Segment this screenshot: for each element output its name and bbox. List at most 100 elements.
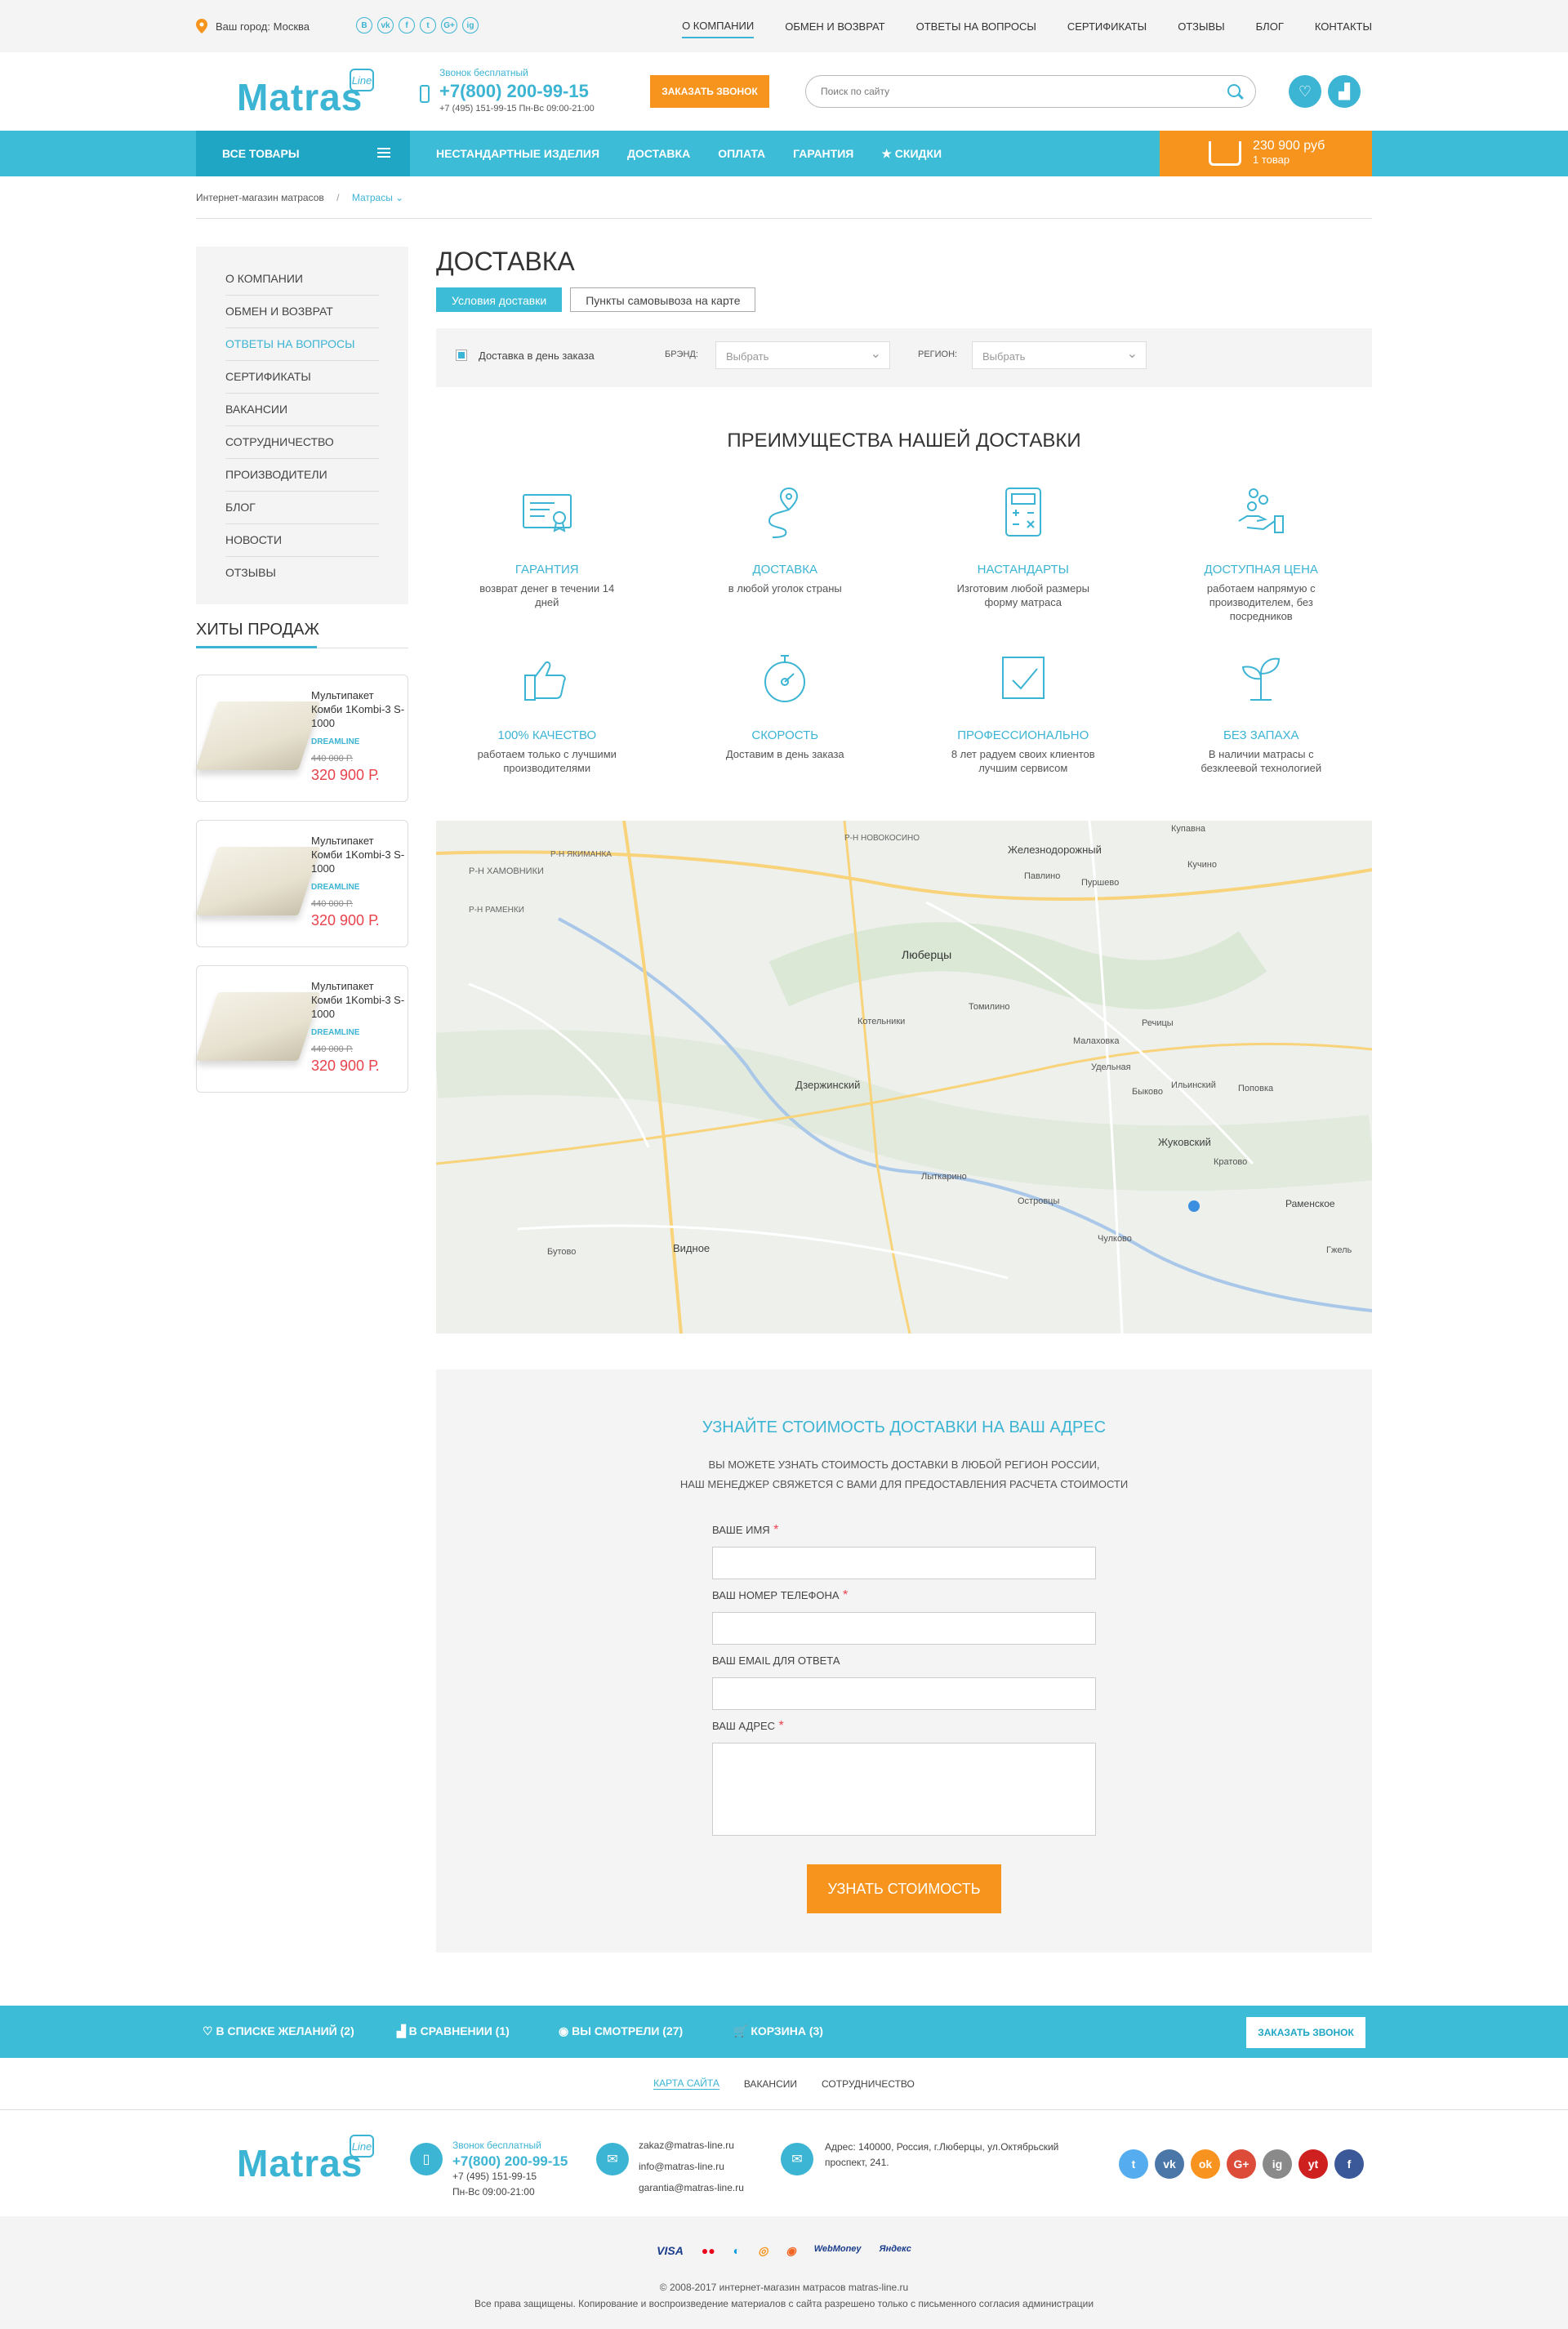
sidebar-item-about[interactable]: О компании — [225, 263, 379, 296]
social-instagram-icon[interactable]: ig — [462, 17, 479, 33]
city-selector[interactable]: Ваш город: Москва — [196, 19, 310, 33]
order-call-button[interactable]: Заказать звонок — [650, 75, 769, 108]
basket-icon — [1209, 141, 1241, 166]
brand-select[interactable]: Выбрать — [715, 341, 890, 369]
sidebar-item-blog[interactable]: Блог — [225, 492, 379, 524]
phone-secondary: +7 (495) 151-99-15 Пн-Вс 09:00-21:00 — [439, 104, 595, 114]
product-card[interactable]: Мультипакет Комби 1Kombi-3 S-1000 DREAML… — [195, 965, 408, 1093]
sidebar-item-manufacturers[interactable]: Производители — [225, 459, 379, 492]
product-image[interactable] — [195, 847, 321, 915]
product-name[interactable]: Мультипакет Комби 1Kombi-3 S-1000 — [311, 834, 406, 875]
nav-guarantee[interactable]: Гарантия — [793, 147, 853, 160]
bottom-order-call-button[interactable]: Заказать звонок — [1246, 2017, 1365, 2048]
sidebar-item-exchange[interactable]: Обмен и возврат — [225, 296, 379, 328]
social-google-icon[interactable]: G+ — [441, 17, 457, 33]
sidebar-item-certificates[interactable]: Сертификаты — [225, 361, 379, 394]
calculator-icon — [1004, 488, 1041, 537]
tab-pickup-points[interactable]: Пункты самовывоза на карте — [570, 287, 756, 312]
nav-discounts[interactable]: ★ Скидки — [881, 147, 942, 161]
breadcrumb-home[interactable]: Интернет-магазин матрасов — [196, 192, 324, 203]
footer-link-vacancies[interactable]: Вакансии — [744, 2078, 797, 2090]
footer-phone[interactable]: +7(800) 200-99-15 — [452, 2153, 568, 2169]
search-icon[interactable] — [1227, 84, 1241, 97]
same-day-label[interactable]: Доставка в день заказа — [479, 350, 595, 362]
topnav-blog[interactable]: Блог — [1256, 16, 1284, 38]
route-pin-icon — [768, 487, 799, 538]
nav-custom-products[interactable]: Нестандартные изделия — [436, 147, 599, 160]
instagram-icon[interactable]: ig — [1263, 2149, 1292, 2179]
product-name[interactable]: Мультипакет Комби 1Kombi-3 S-1000 — [311, 979, 406, 1021]
calculate-cost-button[interactable]: Узнать стоимость — [807, 1864, 1001, 1913]
name-input[interactable] — [712, 1547, 1096, 1579]
address-textarea[interactable] — [712, 1743, 1096, 1836]
header-cart[interactable]: 230 900 руб 1 товар — [1160, 131, 1372, 176]
vk-icon[interactable]: vk — [1155, 2149, 1184, 2179]
map-label: Купавна — [1171, 824, 1206, 834]
map-label: Кучино — [1187, 860, 1217, 870]
sidebar-item-vacancies[interactable]: Вакансии — [225, 394, 379, 426]
tab-delivery-terms[interactable]: Условия доставки — [436, 287, 563, 312]
sidebar-item-reviews[interactable]: Отзывы — [225, 557, 379, 590]
delivery-map[interactable]: Р-Н ХАМОВНИКИ Р-Н ЯКИМАНКА Р-Н РАМЕНКИ Р… — [436, 821, 1372, 1334]
advantage-title: Профессионально — [957, 728, 1089, 742]
footer-email[interactable]: info@matras-line.ru — [639, 2156, 744, 2177]
product-card[interactable]: Мультипакет Комби 1Kombi-3 S-1000 DREAML… — [195, 820, 408, 947]
cart-sum: 230 900 руб — [1253, 139, 1325, 153]
phone-input[interactable] — [712, 1612, 1096, 1645]
product-old-price: 440 000 Р. — [311, 899, 354, 909]
map-label: Железнодорожный — [1008, 844, 1102, 856]
footer-email[interactable]: garantia@matras-line.ru — [639, 2177, 744, 2198]
header-phone: Звонок бесплатный +7(800) 200-99-15 +7 (… — [420, 67, 595, 114]
sidebar-item-faq[interactable]: Ответы на вопросы — [225, 328, 379, 361]
product-card[interactable]: Мультипакет Комби 1Kombi-3 S-1000 DREAML… — [195, 675, 408, 802]
advantage-text: Доставим в день заказа — [725, 748, 844, 760]
sidebar-item-news[interactable]: Новости — [225, 524, 379, 557]
social-vkontakte-icon[interactable]: vk — [377, 17, 394, 33]
bottom-wishlist[interactable]: ♡ В списке желаний (2) — [203, 2024, 354, 2038]
email-input[interactable] — [712, 1677, 1096, 1710]
youtube-icon[interactable]: yt — [1298, 2149, 1328, 2179]
logo[interactable]: Matras Line — [237, 69, 374, 119]
footer-logo[interactable]: Matras Line — [237, 2135, 374, 2185]
social-vk-icon[interactable]: В — [356, 17, 372, 33]
social-facebook-icon[interactable]: f — [399, 17, 415, 33]
topnav-about[interactable]: О компании — [682, 15, 755, 38]
email-field: Ваш email для ответа — [712, 1654, 1096, 1710]
product-name[interactable]: Мультипакет Комби 1Kombi-3 S-1000 — [311, 688, 406, 730]
address-icon: ✉ — [781, 2143, 813, 2175]
topnav-reviews[interactable]: Отзывы — [1178, 16, 1224, 38]
all-goods-button[interactable]: Все товары — [196, 131, 410, 176]
footer-email[interactable]: zakaz@matras-line.ru — [639, 2135, 744, 2156]
same-day-checkbox[interactable] — [456, 350, 467, 361]
map-label: Котельники — [858, 1017, 906, 1026]
search-input[interactable]: Поиск по сайту — [805, 75, 1256, 108]
topnav-exchange[interactable]: Обмен и возврат — [785, 16, 884, 38]
nav-payment[interactable]: Оплата — [718, 147, 765, 160]
topnav-certificates[interactable]: Сертификаты — [1067, 16, 1147, 38]
phone-number[interactable]: +7(800) 200-99-15 — [439, 81, 595, 102]
region-select[interactable]: Выбрать — [972, 341, 1147, 369]
topnav-contacts[interactable]: Контакты — [1315, 16, 1372, 38]
product-image[interactable] — [195, 701, 321, 770]
topnav-faq[interactable]: Ответы на вопросы — [916, 16, 1036, 38]
wishlist-heart-icon[interactable]: ♡ — [1289, 75, 1321, 108]
sidebar-item-cooperation[interactable]: Сотрудничество — [225, 426, 379, 459]
map-label: Бутово — [547, 1247, 577, 1257]
footer-link-cooperation[interactable]: Сотрудничество — [822, 2078, 915, 2090]
bottom-viewed[interactable]: ◉ Вы смотрели (27) — [559, 2024, 683, 2038]
mobile-phone-icon — [420, 85, 430, 103]
google-plus-icon[interactable]: G+ — [1227, 2149, 1256, 2179]
breadcrumb-current[interactable]: Матрасы ⌄ — [352, 192, 403, 203]
product-image[interactable] — [195, 992, 321, 1061]
bottom-compare[interactable]: ▟ В сравнении (1) — [397, 2024, 510, 2038]
sprout-icon — [1242, 657, 1281, 701]
social-twitter-icon[interactable]: t — [420, 17, 436, 33]
odnoklassniki-icon[interactable]: ok — [1191, 2149, 1220, 2179]
footer-link-sitemap[interactable]: Карта сайта — [653, 2077, 719, 2090]
compare-chart-icon[interactable]: ▟ — [1328, 75, 1361, 108]
twitter-icon[interactable]: t — [1119, 2149, 1148, 2179]
logo-badge: Line — [350, 69, 374, 91]
bottom-cart[interactable]: 🛒 Корзина (3) — [733, 2024, 823, 2038]
facebook-icon[interactable]: f — [1334, 2149, 1364, 2179]
nav-delivery[interactable]: Доставка — [627, 147, 690, 160]
